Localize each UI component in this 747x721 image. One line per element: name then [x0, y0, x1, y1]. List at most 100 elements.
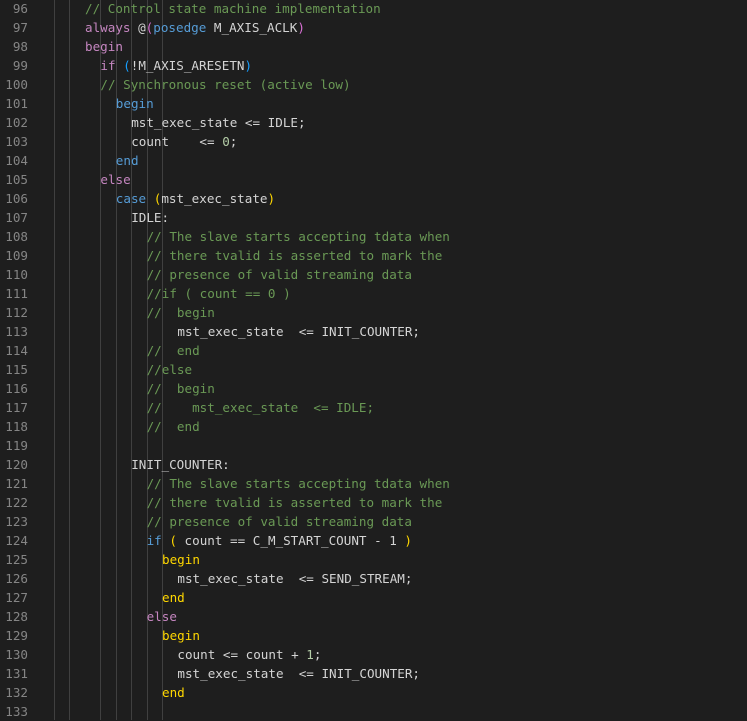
- code-line[interactable]: 125 begin: [0, 550, 747, 569]
- code-text: // Control state machine implementation: [85, 0, 381, 18]
- code-token: (: [123, 58, 131, 73]
- code-token: case: [115, 191, 147, 206]
- code-token: //else: [146, 362, 193, 377]
- code-text: if (!M_AXIS_ARESETN): [100, 56, 252, 75]
- code-token: ): [404, 533, 413, 548]
- code-text: INIT_COUNTER:: [131, 455, 230, 474]
- code-text: // presence of valid streaming data: [147, 512, 412, 531]
- code-line[interactable]: 127 end: [0, 588, 747, 607]
- code-text: // there tvalid is asserted to mark the: [147, 246, 443, 265]
- code-token: // there tvalid is asserted to mark the: [146, 248, 443, 263]
- line-number: 128: [5, 609, 28, 624]
- code-text: // there tvalid is asserted to mark the: [147, 493, 443, 512]
- code-token: always: [85, 20, 131, 35]
- line-number: 124: [5, 533, 28, 548]
- line-number: 106: [5, 191, 28, 206]
- code-line[interactable]: 104 end: [0, 151, 747, 170]
- code-text: // begin: [147, 303, 215, 322]
- line-number: 126: [5, 571, 28, 586]
- code-line[interactable]: 112 // begin: [0, 303, 747, 322]
- code-token: //if ( count == 0 ): [146, 286, 291, 301]
- code-text: mst_exec_state <= IDLE;: [131, 113, 305, 132]
- code-line[interactable]: 118 // end: [0, 417, 747, 436]
- code-line[interactable]: 115 //else: [0, 360, 747, 379]
- code-text: else: [147, 607, 177, 626]
- line-number: 119: [5, 438, 28, 453]
- code-line[interactable]: 130 count <= count + 1;: [0, 645, 747, 664]
- code-text: begin: [162, 550, 200, 569]
- code-line[interactable]: 101 begin: [0, 94, 747, 113]
- code-line[interactable]: 133: [0, 702, 747, 721]
- code-token: IDLE:: [131, 210, 170, 225]
- code-text: // The slave starts accepting tdata when: [147, 227, 450, 246]
- code-token: else: [146, 609, 177, 624]
- code-line[interactable]: 132 end: [0, 683, 747, 702]
- code-line[interactable]: 109 // there tvalid is asserted to mark t…: [0, 246, 747, 265]
- code-token: // Synchronous reset (active low): [100, 77, 351, 92]
- code-line[interactable]: 107 IDLE:: [0, 208, 747, 227]
- code-line[interactable]: 98 begin: [0, 37, 747, 56]
- code-line[interactable]: 124 if ( count == C_M_START_COUNT - 1 ): [0, 531, 747, 550]
- code-line[interactable]: 117 // mst_exec_state <= IDLE;: [0, 398, 747, 417]
- code-token: count == C_M_START_COUNT - 1: [176, 533, 405, 548]
- line-number: 99: [12, 58, 28, 73]
- code-line[interactable]: 119: [0, 436, 747, 455]
- code-line[interactable]: 126 mst_exec_state <= SEND_STREAM;: [0, 569, 747, 588]
- code-token: // begin: [146, 381, 215, 396]
- code-line[interactable]: 122 // there tvalid is asserted to mark t…: [0, 493, 747, 512]
- code-line[interactable]: 111 //if ( count == 0 ): [0, 284, 747, 303]
- code-token: end: [162, 590, 185, 605]
- line-number: 103: [5, 134, 28, 149]
- code-line[interactable]: 116 // begin: [0, 379, 747, 398]
- code-token: // The slave starts accepting tdata when: [146, 229, 450, 244]
- line-number: 125: [5, 552, 28, 567]
- code-text: end: [162, 588, 185, 607]
- code-line[interactable]: 103 count <= 0;: [0, 132, 747, 151]
- code-line[interactable]: 99 if (!M_AXIS_ARESETN): [0, 56, 747, 75]
- code-text: IDLE:: [131, 208, 169, 227]
- code-line[interactable]: 97 always @(posedge M_AXIS_ACLK): [0, 18, 747, 37]
- code-line[interactable]: 113 mst_exec_state <= INIT_COUNTER;: [0, 322, 747, 341]
- code-line[interactable]: 123 // presence of valid streaming data: [0, 512, 747, 531]
- line-number: 97: [12, 20, 28, 35]
- code-line[interactable]: 105 else: [0, 170, 747, 189]
- code-token: mst_exec_state <= INIT_COUNTER;: [177, 324, 421, 339]
- code-token: // mst_exec_state <= IDLE;: [146, 400, 375, 415]
- code-text: else: [100, 170, 130, 189]
- code-line[interactable]: 131 mst_exec_state <= INIT_COUNTER;: [0, 664, 747, 683]
- code-token: M_AXIS_ACLK: [206, 20, 298, 35]
- line-number: 111: [5, 286, 28, 301]
- line-number: 105: [5, 172, 28, 187]
- code-text: if ( count == C_M_START_COUNT - 1 ): [147, 531, 412, 550]
- code-line[interactable]: 102 mst_exec_state <= IDLE;: [0, 113, 747, 132]
- code-line[interactable]: 108 // The slave starts accepting tdata w…: [0, 227, 747, 246]
- code-line[interactable]: 110 // presence of valid streaming data: [0, 265, 747, 284]
- code-text: always @(posedge M_AXIS_ACLK): [85, 18, 305, 37]
- code-line[interactable]: 100 // Synchronous reset (active low): [0, 75, 747, 94]
- code-text: begin: [85, 37, 123, 56]
- code-token: begin: [162, 552, 200, 567]
- code-text: // The slave starts accepting tdata when: [147, 474, 450, 493]
- code-line[interactable]: 114 // end: [0, 341, 747, 360]
- code-line[interactable]: 129 begin: [0, 626, 747, 645]
- code-token: mst_exec_state <= IDLE;: [131, 115, 306, 130]
- code-line[interactable]: 120 INIT_COUNTER:: [0, 455, 747, 474]
- code-editor[interactable]: 96 // Control state machine implementatio…: [0, 0, 747, 720]
- code-token: begin: [85, 39, 123, 54]
- line-number: 113: [5, 324, 28, 339]
- line-number: 107: [5, 210, 28, 225]
- code-text: mst_exec_state <= INIT_COUNTER;: [177, 322, 420, 341]
- line-number: 122: [5, 495, 28, 510]
- code-line[interactable]: 96 // Control state machine implementatio…: [0, 0, 747, 18]
- code-token: end: [115, 153, 139, 168]
- line-number: 96: [12, 1, 28, 16]
- code-token: else: [100, 172, 131, 187]
- code-text: begin: [116, 94, 154, 113]
- code-line[interactable]: 128 else: [0, 607, 747, 626]
- code-token: ): [297, 20, 305, 35]
- code-token: if: [100, 58, 116, 73]
- code-line[interactable]: 106 case (mst_exec_state): [0, 189, 747, 208]
- line-number: 112: [5, 305, 28, 320]
- code-token: ;: [313, 647, 322, 662]
- code-line[interactable]: 121 // The slave starts accepting tdata w…: [0, 474, 747, 493]
